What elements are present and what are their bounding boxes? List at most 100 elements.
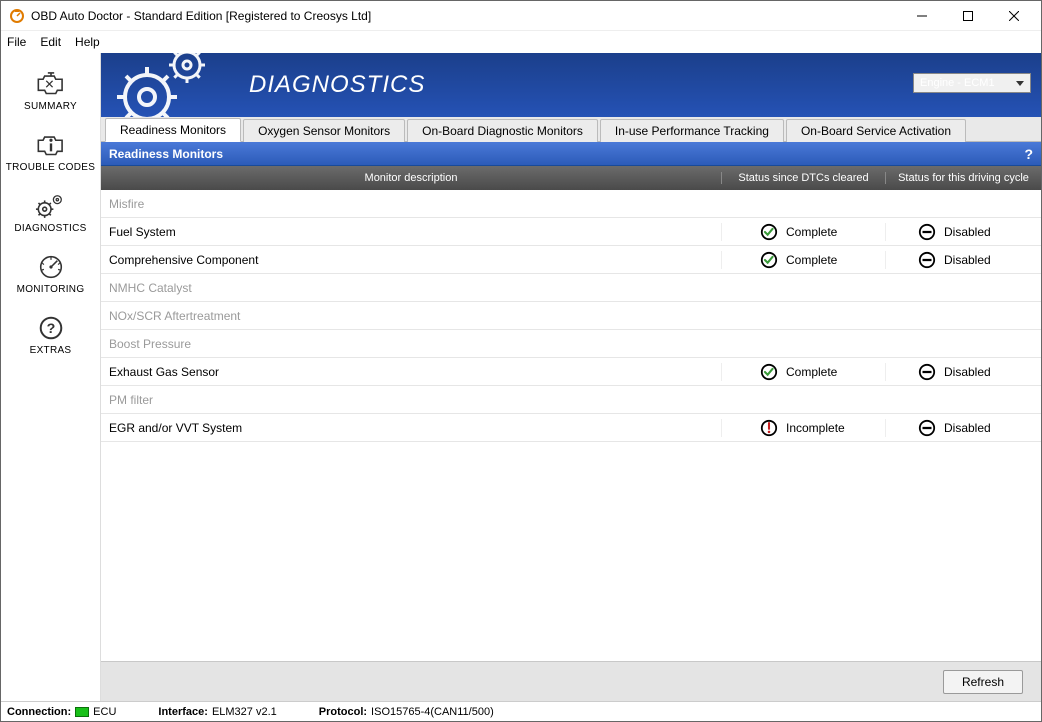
sidebar-item-monitoring[interactable]: MONITORING xyxy=(1,242,100,303)
cell-desc: EGR and/or VVT System xyxy=(101,421,721,435)
ecu-status-icon xyxy=(75,707,89,717)
ecu-select[interactable]: Engine - ECM1 xyxy=(913,73,1031,93)
close-icon xyxy=(1009,11,1019,21)
menu-bar: File Edit Help xyxy=(1,31,1041,53)
cell-status2: Disabled xyxy=(885,419,1041,437)
cell-status1: Complete xyxy=(721,251,885,269)
minimize-icon xyxy=(917,11,927,21)
disabled-icon xyxy=(918,251,936,269)
table-body: Misfire Fuel System Complete Disabled Co… xyxy=(101,190,1041,661)
gauge-icon xyxy=(32,252,70,282)
tab-onboard[interactable]: On-Board Diagnostic Monitors xyxy=(407,119,598,142)
footer-area: Refresh xyxy=(101,661,1041,701)
table-row: PM filter xyxy=(101,386,1041,414)
status-label: Interface: xyxy=(158,706,208,718)
sidebar-item-extras[interactable]: ? EXTRAS xyxy=(1,303,100,364)
section-header: Readiness Monitors ? xyxy=(101,142,1041,166)
cell-status1: Complete xyxy=(721,363,885,381)
tab-bar: Readiness Monitors Oxygen Sensor Monitor… xyxy=(101,117,1041,142)
svg-text:?: ? xyxy=(46,321,55,337)
table-row: Comprehensive Component Complete Disable… xyxy=(101,246,1041,274)
table-row: NMHC Catalyst xyxy=(101,274,1041,302)
check-icon xyxy=(760,363,778,381)
tab-oxygen[interactable]: Oxygen Sensor Monitors xyxy=(243,119,405,142)
col-status-cleared: Status since DTCs cleared xyxy=(721,172,885,184)
table-row: NOx/SCR Aftertreatment xyxy=(101,302,1041,330)
cell-desc: Exhaust Gas Sensor xyxy=(101,365,721,379)
help-button[interactable]: ? xyxy=(1024,146,1033,162)
ecu-selected-value: Engine - ECM1 xyxy=(920,77,995,89)
status-text: Complete xyxy=(786,365,837,379)
cell-desc: Fuel System xyxy=(101,225,721,239)
cell-desc: NMHC Catalyst xyxy=(101,281,721,295)
app-icon xyxy=(9,8,25,24)
sidebar-item-trouble-codes[interactable]: TROUBLE CODES xyxy=(1,120,100,181)
section-title: Readiness Monitors xyxy=(109,147,223,161)
status-text: Complete xyxy=(786,253,837,267)
cell-status1: Complete xyxy=(721,223,885,241)
cell-desc: PM filter xyxy=(101,393,721,407)
trouble-icon xyxy=(32,130,70,160)
check-icon xyxy=(760,223,778,241)
table-row: Fuel System Complete Disabled xyxy=(101,218,1041,246)
engine-icon xyxy=(32,69,70,99)
status-value: ECU xyxy=(93,706,116,718)
menu-file[interactable]: File xyxy=(7,35,26,49)
sidebar-label: SUMMARY xyxy=(24,101,77,112)
title-bar: OBD Auto Doctor - Standard Edition [Regi… xyxy=(1,1,1041,31)
status-value: ISO15765-4(CAN11/500) xyxy=(371,706,494,718)
refresh-button[interactable]: Refresh xyxy=(943,670,1023,694)
cell-desc: Comprehensive Component xyxy=(101,253,721,267)
close-button[interactable] xyxy=(991,1,1037,31)
banner-gears-icon xyxy=(105,53,235,117)
status-text: Disabled xyxy=(944,365,991,379)
table-row: Boost Pressure xyxy=(101,330,1041,358)
window-title: OBD Auto Doctor - Standard Edition [Regi… xyxy=(31,9,899,23)
sidebar-item-summary[interactable]: SUMMARY xyxy=(1,59,100,120)
sidebar-label: MONITORING xyxy=(17,284,85,295)
status-text: Disabled xyxy=(944,253,991,267)
status-bar: Connection: ECU Interface: ELM327 v2.1 P… xyxy=(1,701,1041,721)
content-area: DIAGNOSTICS Engine - ECM1 Readiness Moni… xyxy=(101,53,1041,701)
status-text: Disabled xyxy=(944,421,991,435)
status-value: ELM327 v2.1 xyxy=(212,706,277,718)
table-row: Misfire xyxy=(101,190,1041,218)
status-label: Connection: xyxy=(7,706,71,718)
table-row: Exhaust Gas Sensor Complete Disabled xyxy=(101,358,1041,386)
alert-icon xyxy=(760,419,778,437)
menu-edit[interactable]: Edit xyxy=(40,35,61,49)
tab-service[interactable]: On-Board Service Activation xyxy=(786,119,966,142)
col-description: Monitor description xyxy=(101,172,721,184)
chevron-down-icon xyxy=(1016,81,1024,86)
extras-icon: ? xyxy=(32,313,70,343)
disabled-icon xyxy=(918,223,936,241)
check-icon xyxy=(760,251,778,269)
sidebar-label: DIAGNOSTICS xyxy=(14,223,86,234)
sidebar-label: EXTRAS xyxy=(30,345,72,356)
cell-desc: Misfire xyxy=(101,197,721,211)
status-text: Complete xyxy=(786,225,837,239)
cell-desc: Boost Pressure xyxy=(101,337,721,351)
sidebar: SUMMARY TROUBLE CODES xyxy=(1,53,101,701)
status-protocol: Protocol: ISO15765-4(CAN11/500) xyxy=(319,706,494,718)
table-header: Monitor description Status since DTCs cl… xyxy=(101,166,1041,190)
sidebar-item-diagnostics[interactable]: DIAGNOSTICS xyxy=(1,181,100,242)
col-status-cycle: Status for this driving cycle xyxy=(885,172,1041,184)
cell-status2: Disabled xyxy=(885,251,1041,269)
table-row: EGR and/or VVT System Incomplete Disable… xyxy=(101,414,1041,442)
cell-status2: Disabled xyxy=(885,363,1041,381)
tab-inuse[interactable]: In-use Performance Tracking xyxy=(600,119,784,142)
cell-status1: Incomplete xyxy=(721,419,885,437)
disabled-icon xyxy=(918,363,936,381)
disabled-icon xyxy=(918,419,936,437)
page-banner: DIAGNOSTICS Engine - ECM1 xyxy=(101,53,1041,117)
status-text: Incomplete xyxy=(786,421,845,435)
maximize-button[interactable] xyxy=(945,1,991,31)
page-title: DIAGNOSTICS xyxy=(249,71,425,99)
menu-help[interactable]: Help xyxy=(75,35,100,49)
cell-status2: Disabled xyxy=(885,223,1041,241)
status-interface: Interface: ELM327 v2.1 xyxy=(158,706,276,718)
minimize-button[interactable] xyxy=(899,1,945,31)
tab-readiness[interactable]: Readiness Monitors xyxy=(105,118,241,142)
maximize-icon xyxy=(963,11,973,21)
